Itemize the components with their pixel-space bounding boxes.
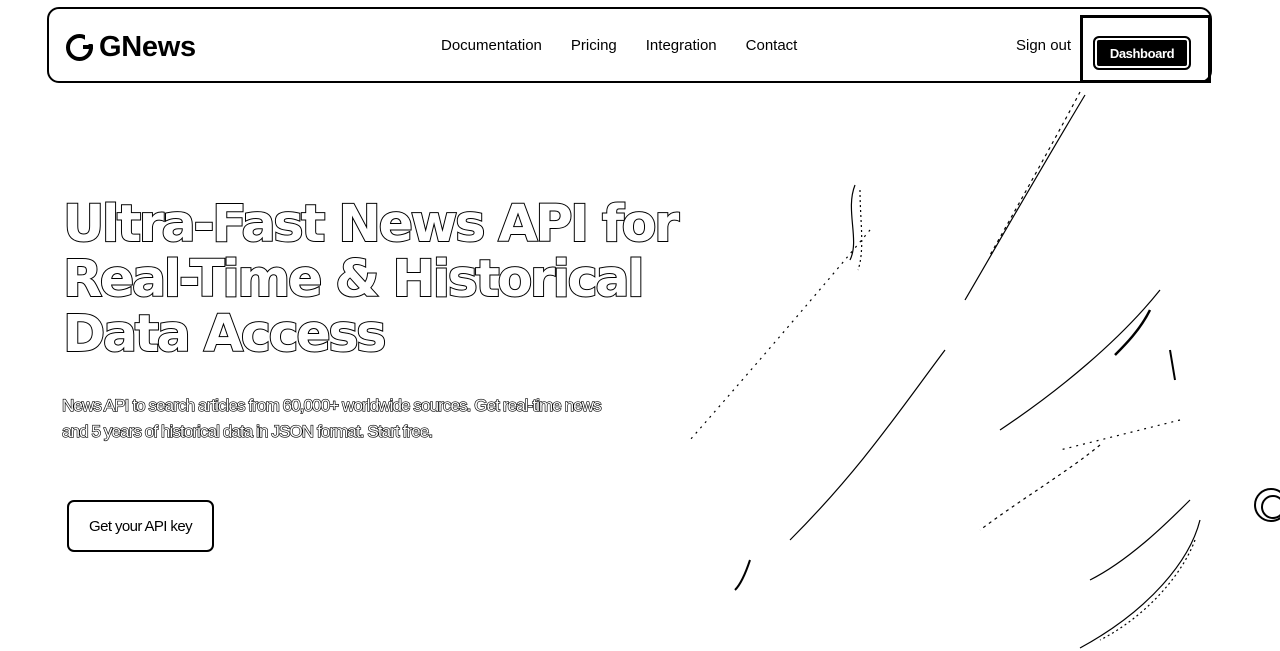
get-api-key-button[interactable]: Get your API key — [67, 500, 214, 552]
nav-links: Documentation Pricing Integration Contac… — [441, 37, 797, 54]
page: GNews Documentation Pricing Integration … — [0, 0, 1280, 651]
nav-link-documentation[interactable]: Documentation — [441, 37, 542, 54]
hero-title-line: Ultra-Fast News API for — [62, 195, 680, 254]
hero-subtitle: News API to search articles from 60,000+… — [61, 395, 602, 441]
hero-title-line: Data Access — [62, 305, 388, 364]
brand-logo[interactable]: GNews — [66, 31, 196, 64]
sign-out-link[interactable]: Sign out — [1016, 37, 1071, 54]
nav-link-pricing[interactable]: Pricing — [571, 37, 617, 54]
nav-link-contact[interactable]: Contact — [746, 37, 798, 54]
top-navbar: GNews Documentation Pricing Integration … — [47, 7, 1212, 83]
hero-title: Ultra-Fast News API for Real-Time & Hist… — [62, 195, 743, 364]
brand-name: GNews — [99, 31, 196, 63]
nav-link-integration[interactable]: Integration — [646, 37, 717, 54]
dashboard-button[interactable]: Dashboard — [1093, 36, 1191, 70]
g-logo-icon — [66, 34, 93, 61]
dashboard-highlight-frame: Dashboard — [1080, 15, 1211, 83]
hero-title-line: Real-Time & Historical — [62, 250, 646, 309]
chat-widget-icon[interactable] — [1254, 488, 1280, 522]
